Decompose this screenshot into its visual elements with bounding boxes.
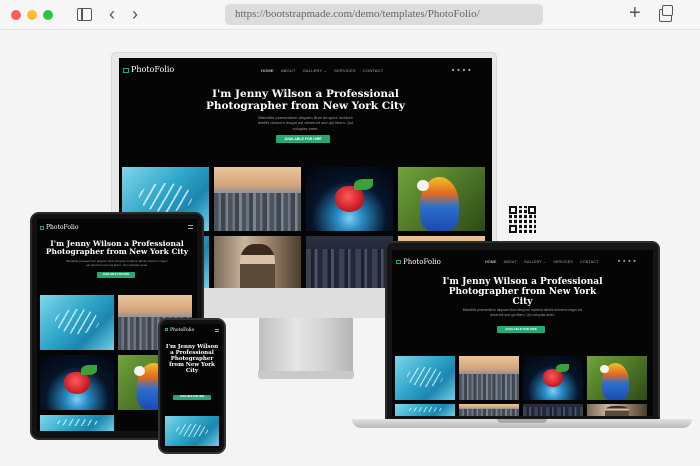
laptop-photo-city[interactable] xyxy=(459,356,519,400)
tablet-photo-strawberry[interactable] xyxy=(40,355,114,410)
hero-suffix: a Professional xyxy=(315,88,399,100)
logo: PhotoFolio xyxy=(123,65,174,74)
phone-hero-name: Jenny Wilson xyxy=(177,344,219,350)
camera-icon xyxy=(123,67,129,73)
tabs-overview-icon[interactable] xyxy=(659,5,673,22)
tablet-hire-button[interactable]: AVAILABLE FOR HIRE xyxy=(97,272,135,278)
laptop-photo-surfers[interactable] xyxy=(395,356,455,400)
laptop-photo-ocean[interactable] xyxy=(395,404,455,416)
phone-logo: PhotoFolio xyxy=(165,328,194,333)
phone-hero-line2: Photographer from New York City xyxy=(169,356,215,375)
nav-contact[interactable]: CONTACT xyxy=(363,68,383,73)
maximize-window-button[interactable] xyxy=(43,10,53,20)
main-nav: HOME ABOUT GALLERY ⌄ SERVICES CONTACT xyxy=(261,68,390,73)
laptop-hire-button[interactable]: AVAILABLE FOR HIRE xyxy=(497,326,545,333)
tablet-camera-icon xyxy=(40,225,44,230)
tablet-menu-icon[interactable] xyxy=(188,225,193,229)
sidebar-toggle-icon[interactable] xyxy=(77,8,92,21)
tablet-hero-line2: Photographer from New York City xyxy=(45,247,189,257)
new-tab-icon[interactable]: + xyxy=(629,3,641,23)
laptop-notch xyxy=(497,419,547,423)
laptop-hero-title: I'm Jenny Wilson a Professional Photograp… xyxy=(392,277,653,308)
phone-camera-icon xyxy=(165,328,168,331)
laptop-hero-prefix: I'm xyxy=(442,277,459,287)
phone-hire-button[interactable]: AVAILABLE FOR HIRE xyxy=(173,395,211,400)
hire-button[interactable]: AVAILABLE FOR HIRE xyxy=(276,135,330,143)
logo-text: PhotoFolio xyxy=(131,65,175,74)
forward-icon[interactable]: › xyxy=(132,5,138,23)
monitor-foot xyxy=(258,371,354,379)
laptop-nav-services[interactable]: SERVICES xyxy=(553,260,573,264)
laptop-screen: PhotoFolio HOME ABOUT GALLERY ⌄ SERVICES CON… xyxy=(392,250,653,416)
gallery-photo-night-city[interactable] xyxy=(306,236,393,288)
qr-code xyxy=(509,206,536,233)
laptop-hero-suffix: a Professional xyxy=(531,277,603,287)
social-icons[interactable]: ■■■■ xyxy=(452,67,474,72)
laptop-nav-about[interactable]: ABOUT xyxy=(504,260,517,264)
nav-home[interactable]: HOME xyxy=(261,68,274,73)
laptop-nav-gallery[interactable]: GALLERY ⌄ xyxy=(524,260,546,264)
tablet-photo-ocean[interactable] xyxy=(40,415,114,431)
gallery-photo-portrait[interactable] xyxy=(214,236,301,288)
tablet-photo-surfers[interactable] xyxy=(40,295,114,350)
nav-services[interactable]: SERVICES xyxy=(334,68,356,73)
hero-title: I'm Jenny Wilson a Professional Photograp… xyxy=(119,88,492,112)
browser-toolbar: ‹ › https://bootstrapmade.com/demo/templ… xyxy=(0,0,700,30)
laptop-logo: PhotoFolio xyxy=(396,258,441,266)
gallery-photo-parrot[interactable] xyxy=(398,167,485,231)
tablet-logo: PhotoFolio xyxy=(40,224,78,231)
hero-prefix: I'm xyxy=(212,88,232,100)
phone-screen: PhotoFolio I'm Jenny Wilson a Professiona… xyxy=(162,324,222,448)
close-window-button[interactable] xyxy=(11,10,21,20)
monitor-stand xyxy=(259,316,353,376)
hero-name: Jenny Wilson xyxy=(235,88,312,100)
laptop-hero-name: Jenny Wilson xyxy=(462,277,528,287)
gallery-photo-strawberry[interactable] xyxy=(306,167,393,231)
laptop-photo-strawberry[interactable] xyxy=(523,356,583,400)
hero-line2: Photographer from New York City xyxy=(205,99,406,112)
nav-about[interactable]: ABOUT xyxy=(281,68,296,73)
phone-logo-text: PhotoFolio xyxy=(170,328,195,333)
phone-hero-title: I'm Jenny Wilson a Professional Photograph… xyxy=(162,344,222,374)
phone-photo-surfers[interactable] xyxy=(165,416,219,446)
laptop-nav-contact[interactable]: CONTACT xyxy=(580,260,599,264)
phone-menu-icon[interactable] xyxy=(215,329,219,332)
laptop-photo-street[interactable] xyxy=(459,404,519,416)
laptop-photo-portrait[interactable] xyxy=(587,404,647,416)
laptop-nav-home[interactable]: HOME xyxy=(485,260,497,264)
minimize-window-button[interactable] xyxy=(27,10,37,20)
laptop-camera-icon xyxy=(396,260,401,264)
laptop-hero-subtitle: Blanditiis praesentium aliquam illum tem… xyxy=(462,308,583,317)
back-icon[interactable]: ‹ xyxy=(109,5,115,23)
address-bar[interactable]: https://bootstrapmade.com/demo/templates… xyxy=(225,4,543,25)
nav-gallery[interactable]: GALLERY ⌄ xyxy=(303,68,328,73)
hero-subtitle: Blanditiis praesentium aliquam illum tem… xyxy=(257,115,354,131)
laptop-logo-text: PhotoFolio xyxy=(403,258,441,266)
laptop-photo-parrot[interactable] xyxy=(587,356,647,400)
tablet-hero-name: Jenny Wilson xyxy=(66,239,122,248)
laptop-social-icons[interactable]: ■■■■ xyxy=(618,259,639,263)
gallery-photo-city[interactable] xyxy=(214,167,301,231)
laptop-photo-night-city[interactable] xyxy=(523,404,583,416)
tablet-logo-text: PhotoFolio xyxy=(46,224,79,231)
laptop-main-nav: HOME ABOUT GALLERY ⌄ SERVICES CONTACT xyxy=(485,260,605,264)
tablet-hero-subtitle: Blanditiis praesentium aliquam illum tem… xyxy=(66,259,168,268)
laptop-hero-line2: Photographer from New York City xyxy=(448,286,597,307)
tablet-hero-title: I'm Jenny Wilson a Professional Photograp… xyxy=(37,239,197,257)
